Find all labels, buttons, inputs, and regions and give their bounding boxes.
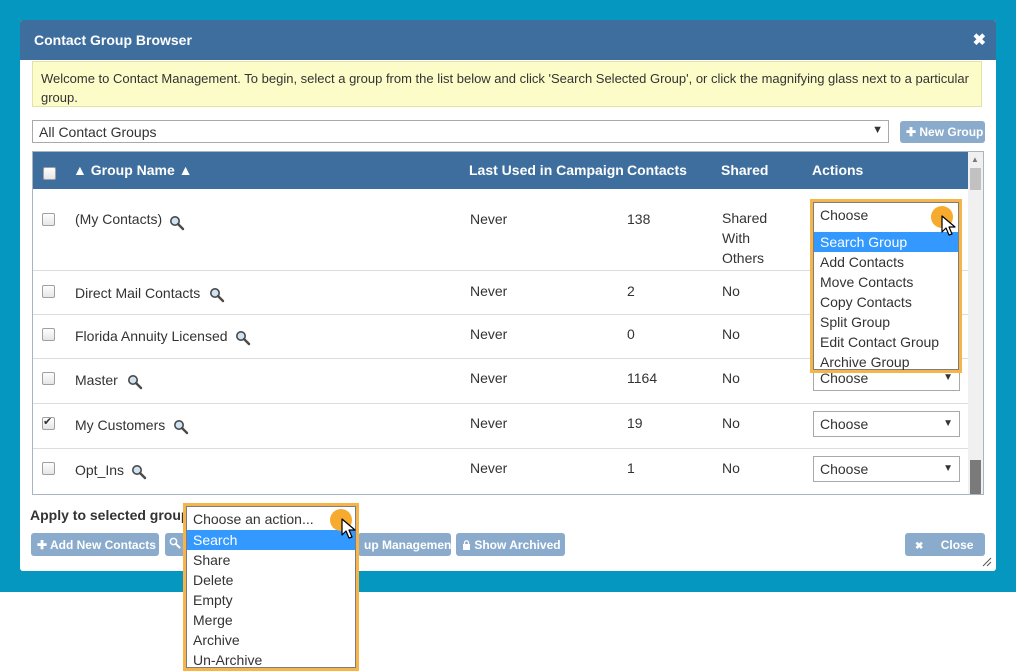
shared-status: No [722,283,740,299]
last-used: Never [470,370,508,386]
row-checkbox[interactable] [42,415,55,430]
group-name[interactable]: My Customers [75,417,165,433]
row-checkbox[interactable] [42,213,55,226]
column-header-name[interactable]: ▲ Group Name ▲ [73,162,193,178]
column-header-shared[interactable]: Shared [721,162,768,178]
bulk-option-un-archive[interactable]: Un-Archive [187,650,355,670]
add-new-contacts-button[interactable]: ✚ Add New Contacts [31,533,159,556]
row-checkbox[interactable] [42,372,55,385]
column-header-last-used[interactable]: Last Used in Campaign [469,162,624,178]
shared-status: No [722,370,740,386]
shared-status: No [722,326,740,342]
select-all-checkbox[interactable] [43,167,56,180]
group-filter-select[interactable]: All Contact Groups ▼ [32,120,889,143]
bulk-option-merge[interactable]: Merge [187,610,355,630]
actions-option-archive-group[interactable]: Archive Group [814,352,958,372]
last-used: Never [470,211,508,227]
lock-icon [463,540,470,550]
contacts-count: 0 [627,326,635,342]
scroll-up-icon[interactable]: ▲ [971,155,979,164]
table-row: Opt_Ins Never 1 No Choose ▼ [33,449,969,494]
bulk-option-archive[interactable]: Archive [187,630,355,650]
contacts-count: 1 [627,460,635,476]
bulk-option-empty[interactable]: Empty [187,590,355,610]
row-actions-select[interactable]: Choose ▼ [813,411,960,437]
bulk-action-dropdown-open[interactable]: Choose an action... Search Share Delete … [183,503,359,671]
contacts-count: 138 [627,211,651,227]
welcome-message: Welcome to Contact Management. To begin,… [32,61,982,107]
chevron-down-icon: ▼ [943,418,953,429]
search-icon [169,537,181,549]
shared-status: No [722,415,740,431]
contacts-count: 1164 [627,370,658,386]
scrollbar-thumb-bottom[interactable] [970,460,981,494]
group-name[interactable]: Direct Mail Contacts [75,285,200,301]
shared-status: Shared With Others [722,210,768,266]
group-name[interactable]: (My Contacts) [75,211,162,227]
chevron-down-icon: ▼ [943,372,953,383]
magnifier-icon[interactable] [173,419,189,435]
row-actions-value: Choose [820,416,869,432]
column-header-contacts[interactable]: Contacts [627,162,687,178]
actions-option-split-group[interactable]: Split Group [814,312,958,332]
shared-status: No [722,460,740,476]
chevron-down-icon: ▼ [943,463,953,474]
contacts-count: 2 [627,283,635,299]
show-archived-label: Show Archived [474,538,561,552]
magnifier-icon[interactable] [131,464,147,480]
new-group-button[interactable]: ✚ New Group [900,121,985,143]
row-checkbox[interactable] [42,285,55,298]
magnifier-icon[interactable] [127,374,143,390]
actions-option-search-group[interactable]: Search Group [814,232,958,252]
row-checkbox[interactable] [42,462,55,475]
resize-grip-icon[interactable] [982,557,992,567]
close-icon[interactable]: ✖ [973,30,986,50]
dialog-header: Contact Group Browser ✖ [20,20,996,60]
actions-option-add-contacts[interactable]: Add Contacts [814,252,958,272]
chevron-down-icon: ▼ [872,124,883,136]
column-header-actions: Actions [812,162,864,178]
mouse-cursor-icon [341,518,356,539]
table-header: ▲ Group Name ▲ Last Used in Campaign Con… [33,152,969,189]
actions-option-copy-contacts[interactable]: Copy Contacts [814,292,958,312]
table-scrollbar[interactable]: ▲ [968,152,983,494]
group-name[interactable]: Opt_Ins [75,462,124,478]
magnifier-icon[interactable] [209,287,225,303]
contacts-count: 19 [627,415,643,431]
group-name[interactable]: Florida Annuity Licensed [75,328,228,344]
last-used: Never [470,283,508,299]
close-icon: ✖ [915,541,924,552]
row-actions-select[interactable]: Choose ▼ [813,456,960,482]
last-used: Never [470,415,508,431]
group-name[interactable]: Master [75,372,118,388]
row-checkbox[interactable] [42,328,55,341]
close-button[interactable]: ✖ Close [905,533,985,556]
magnifier-icon[interactable] [235,330,251,346]
dialog-title: Contact Group Browser [34,32,192,48]
scrollbar-thumb[interactable] [970,168,981,190]
bulk-option-search[interactable]: Search [187,530,355,550]
actions-option-edit-contact-group[interactable]: Edit Contact Group [814,332,958,352]
bulk-action-list: Choose an action... Search Share Delete … [186,506,356,668]
last-used: Never [470,460,508,476]
group-management-button[interactable]: up Management [358,533,455,556]
magnifier-icon[interactable] [169,215,185,231]
bulk-option-share[interactable]: Share [187,550,355,570]
mouse-cursor-icon [941,215,956,236]
row-actions-value: Choose [820,461,869,477]
bulk-option-delete[interactable]: Delete [187,570,355,590]
actions-option-move-contacts[interactable]: Move Contacts [814,272,958,292]
group-filter-value: All Contact Groups [39,124,157,140]
close-label: Close [940,538,974,552]
table-row: My Customers Never 19 No Choose ▼ [33,404,969,449]
last-used: Never [470,326,508,342]
show-archived-button[interactable]: Show Archived [456,533,565,556]
